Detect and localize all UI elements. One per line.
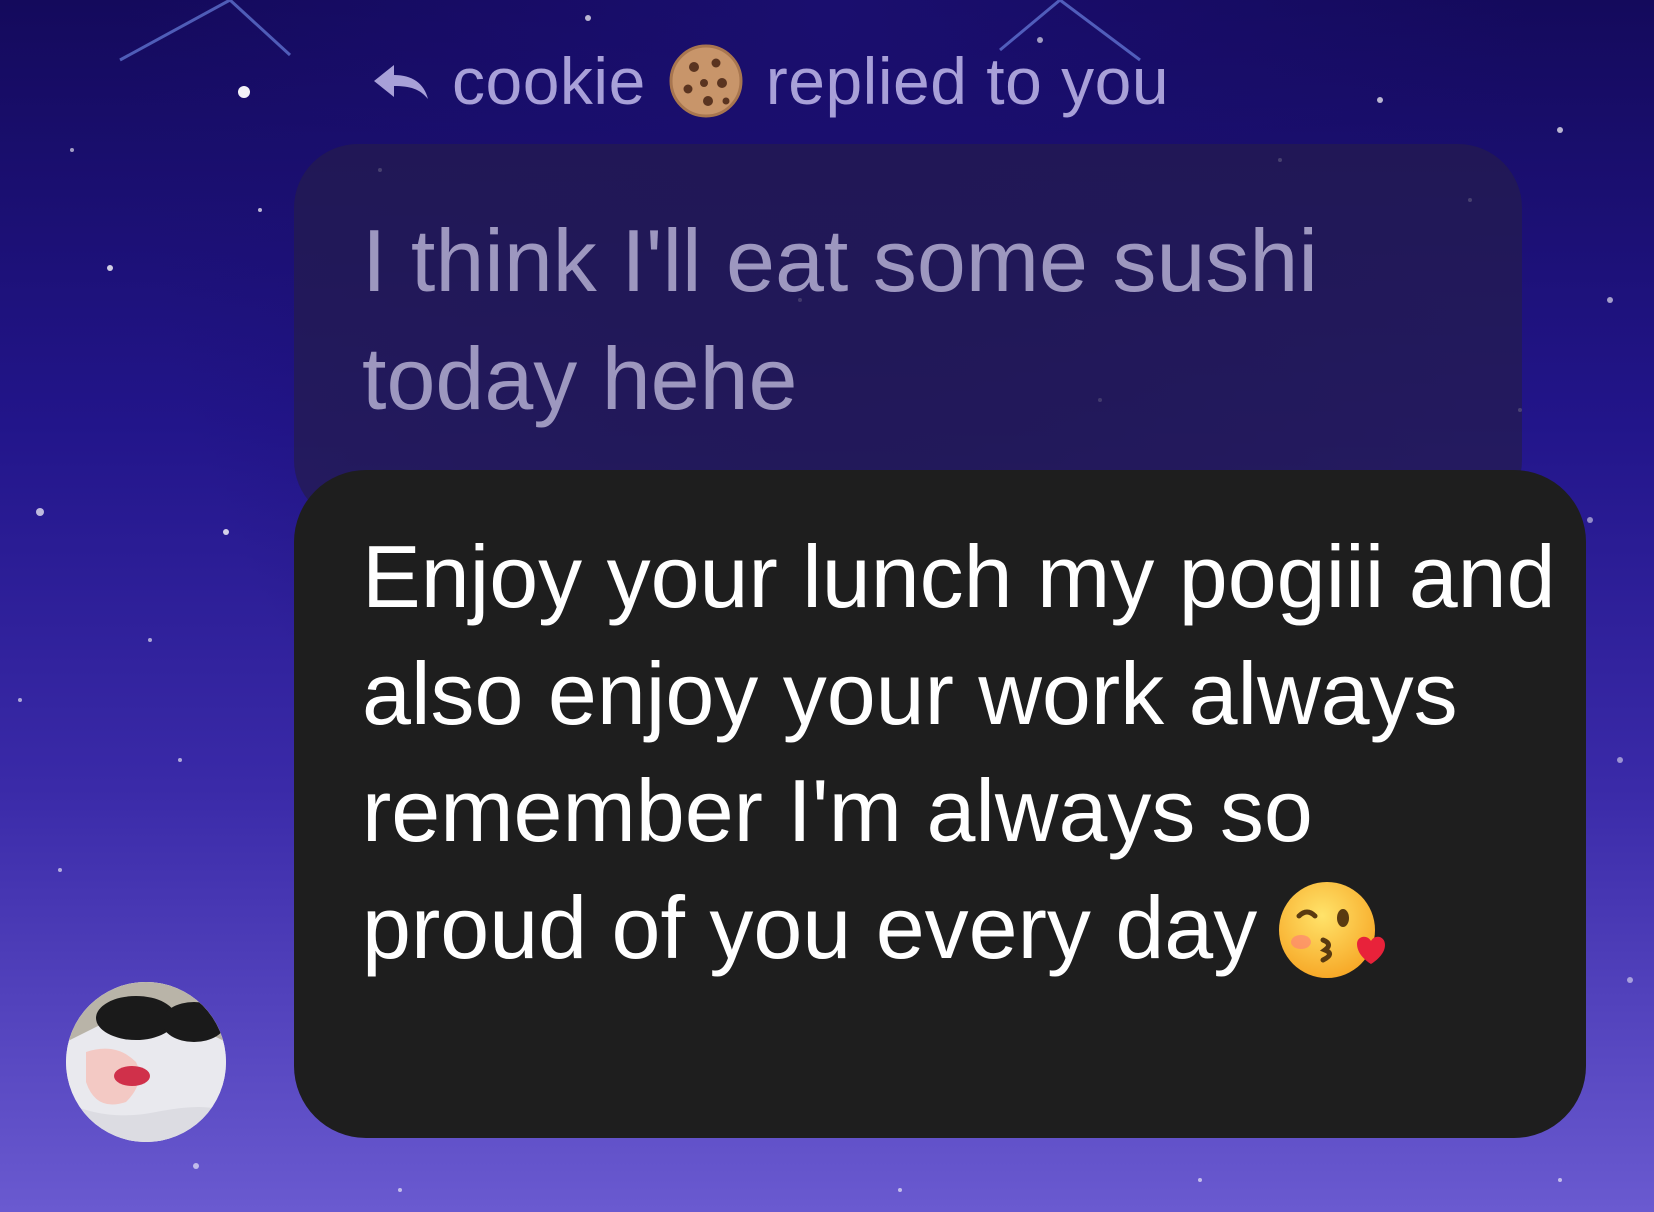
reply-arrow-icon (374, 65, 428, 99)
user-avatar[interactable] (66, 982, 226, 1142)
quoted-message-text: I think I'll eat some sushi today hehe (362, 211, 1318, 428)
message-bubble[interactable]: Enjoy your lunch my pogiii and also enjo… (294, 470, 1586, 1138)
sender-name[interactable]: cookie (452, 43, 646, 119)
face-blowing-kiss-emoji (1279, 882, 1386, 978)
message-content: Enjoy your lunch my pogiii and also enjo… (362, 518, 1562, 986)
quoted-message-bubble[interactable]: I think I'll eat some sushi today hehe (294, 144, 1522, 524)
avatar-image (66, 982, 226, 1142)
cookie-emoji (669, 44, 743, 118)
reply-header: cookie replied to you (372, 36, 1169, 126)
reply-action-text: replied to you (765, 44, 1170, 118)
